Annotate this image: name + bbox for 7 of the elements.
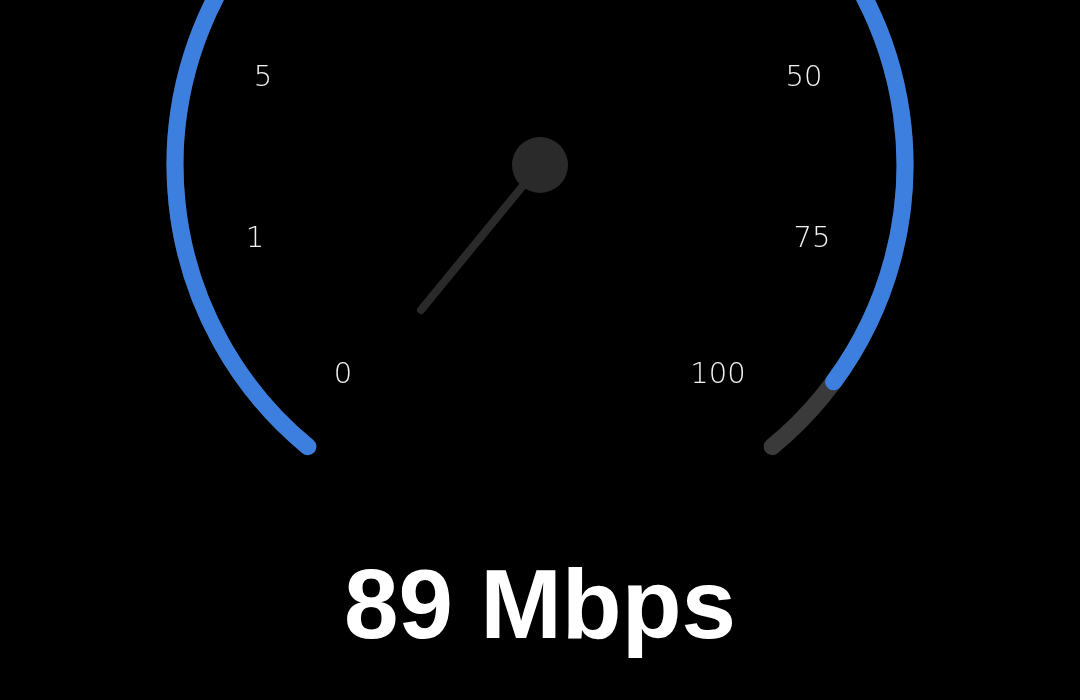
- gauge-tick-label: 75: [793, 222, 831, 252]
- gauge-tick-label: 100: [690, 358, 746, 388]
- gauge-tick-label: 0: [333, 358, 353, 388]
- speed-reading: 89 Mbps: [343, 548, 737, 661]
- gauge-tick-label: 50: [785, 61, 823, 91]
- gauge-tick-label: 1: [245, 222, 265, 252]
- gauge-tick-label: 5: [253, 61, 273, 91]
